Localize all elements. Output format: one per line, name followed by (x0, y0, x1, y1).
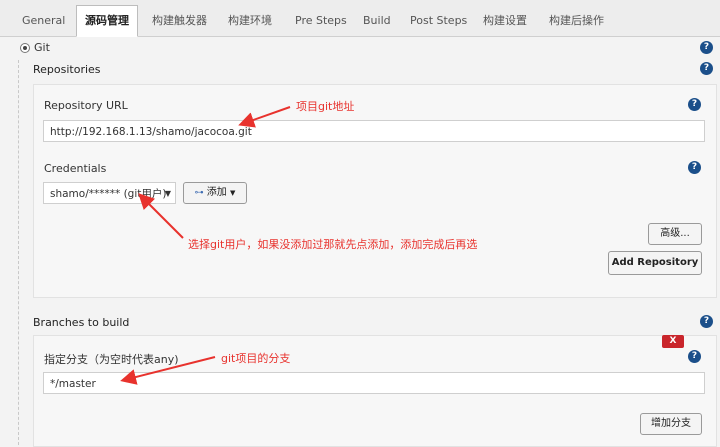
arrow-to-branch (120, 356, 216, 385)
arrow-to-repository-url (238, 106, 291, 128)
annotation-credentials: 选择git用户，如果没添加过那就先点添加，添加完成后再选 (188, 238, 478, 251)
annotation-arrows (120, 106, 291, 385)
arrow-to-credentials (138, 193, 184, 239)
annotation-repository-url: 项目git地址 (296, 100, 355, 113)
annotation-branch: git项目的分支 (221, 352, 291, 365)
